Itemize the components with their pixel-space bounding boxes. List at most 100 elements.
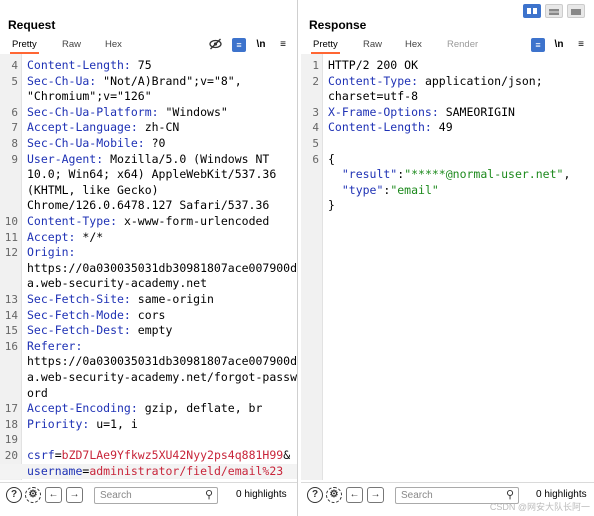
token: application/json; (418, 73, 543, 88)
tab-hex[interactable]: Hex (105, 39, 122, 50)
layout-split-icon[interactable] (523, 4, 541, 18)
line-number: 14 (4, 308, 18, 322)
code-line: a.web-security-academy.net (0, 276, 297, 292)
code-line: 19 (0, 432, 297, 448)
line-text: (KHTML, like Gecko) (27, 183, 159, 199)
code-line: 1 HTTP/2 200 OK (301, 58, 594, 74)
code-line: 20 csrf=bZD7LAe9Yfkwz5XU42Nyy2ps4q881H99& (0, 448, 297, 464)
line-text: Sec-Ch-Ua: "Not/A)Brand";v="8", (27, 74, 242, 90)
help-icon[interactable]: ? (307, 487, 323, 503)
tab-render[interactable]: Render (447, 39, 478, 50)
code-line: 16 Referer: (0, 339, 297, 355)
line-text: Chrome/126.0.6478.127 Safari/537.36 (27, 198, 269, 214)
line-text: Priority: u=1, i (27, 417, 138, 433)
code-line: "type":"email" (301, 183, 594, 199)
help-icon[interactable]: ? (6, 487, 22, 503)
watermark: CSDN @网安大队长阿一 (489, 502, 590, 512)
token: Content-Type: (328, 73, 419, 88)
token: empty (130, 323, 173, 338)
token: 49 (431, 120, 453, 135)
token: "*****@normal-user.net" (404, 167, 564, 182)
response-pane: Response Pretty Raw Hex Render ≡ \n ≡ 1H… (301, 0, 594, 516)
wrap-lines-icon[interactable]: ≡ (531, 38, 545, 52)
tab-hex[interactable]: Hex (405, 39, 422, 50)
token: Sec-Fetch-Dest: (27, 323, 131, 338)
token: gzip, deflate, br (137, 401, 263, 416)
tab-raw[interactable]: Raw (62, 39, 81, 50)
token: */* (75, 229, 104, 244)
newline-icon[interactable]: \n (254, 38, 268, 52)
settings-gear-icon[interactable]: ⚙ (25, 487, 41, 503)
menu-icon[interactable]: ≡ (574, 38, 588, 52)
layout-horizontal-icon[interactable] (545, 4, 563, 18)
code-line: 12 Origin: (0, 245, 297, 261)
token: Accept-Language: (27, 120, 138, 135)
token: zh-CN (137, 120, 180, 135)
newline-icon[interactable]: \n (552, 38, 566, 52)
token: x-www-form-urlencoded (117, 214, 270, 228)
code-line: 6{ (301, 152, 594, 168)
response-editor[interactable]: 1 HTTP/2 200 OK 2 Content-Type: application… (301, 54, 594, 480)
code-line: ord (0, 386, 297, 402)
back-arrow-icon[interactable]: ← (45, 487, 62, 503)
line-number: 3 (312, 105, 319, 119)
eye-off-icon[interactable] (208, 38, 222, 52)
token: https://0a030035031db30981807ace007900d (27, 354, 297, 369)
token: "Not/A)Brand";v="8", (96, 73, 242, 88)
search-input[interactable]: Search ⚲ (94, 487, 218, 504)
code-line: https://0a030035031db30981807ace007900d (0, 261, 297, 277)
token: Sec-Fetch-Site: (27, 292, 131, 306)
line-number: 5 (312, 137, 319, 150)
tab-pretty[interactable]: Pretty (311, 39, 340, 54)
token: a.web-security-academy.net (27, 276, 208, 291)
token: Origin: (27, 245, 76, 260)
token: cors (130, 307, 166, 322)
burp-repeater: Request Pretty Raw Hex ≡ \n ≡ 4 Content-L… (0, 0, 594, 516)
code-line: (KHTML, like Gecko) (0, 183, 297, 199)
request-editor[interactable]: 4 Content-Length: 75 5 Sec-Ch-Ua: "Not/A)Br… (0, 54, 297, 480)
code-line: 18 Priority: u=1, i (0, 417, 297, 433)
code-line: 11 Accept: */* (0, 230, 297, 246)
code-line: 5 Sec-Ch-Ua: "Not/A)Brand";v="8", (0, 74, 297, 90)
highlights-count: 0 highlights (236, 489, 287, 500)
forward-arrow-icon[interactable]: → (367, 487, 384, 503)
token: Referer: (27, 338, 83, 353)
line-text: "type":"email" (328, 183, 439, 199)
line-text: a.web-security-academy.net/forgot-passw (27, 370, 297, 386)
token: { (328, 151, 335, 166)
line-text: X-Frame-Options: SAMEORIGIN (328, 105, 515, 121)
token: https://0a030035031db30981807ace007900d (27, 260, 297, 275)
line-text: Sec-Ch-Ua-Platform: "Windows" (27, 105, 228, 121)
line-text: Sec-Fetch-Site: same-origin (27, 292, 214, 308)
menu-icon[interactable]: ≡ (276, 38, 290, 52)
settings-gear-icon[interactable]: ⚙ (326, 487, 342, 503)
token: 75 (130, 58, 152, 72)
request-title: Request (8, 18, 56, 32)
code-line: } (301, 198, 594, 214)
line-number: 19 (4, 433, 18, 447)
search-icon[interactable]: ⚲ (205, 488, 213, 503)
line-number: 13 (4, 293, 18, 306)
code-line: a.web-security-academy.net/forgot-passw (0, 370, 297, 386)
tab-pretty[interactable]: Pretty (10, 39, 39, 54)
code-line: Chrome/126.0.6478.127 Safari/537.36 (0, 198, 297, 214)
token: same-origin (130, 292, 214, 306)
token: X-Frame-Options: (328, 104, 439, 119)
line-text: username=administrator/field/email%23 (27, 464, 283, 480)
code-line: 6 Sec-Ch-Ua-Platform: "Windows" (0, 105, 297, 121)
token: charset=utf-8 (328, 89, 419, 104)
line-number: 17 (4, 402, 18, 416)
line-number: 4 (312, 121, 319, 135)
tab-raw[interactable]: Raw (363, 39, 382, 50)
token: } (328, 198, 335, 213)
line-number: 5 (11, 74, 18, 88)
search-placeholder: Search (401, 490, 433, 501)
forward-arrow-icon[interactable]: → (66, 487, 83, 503)
token: Content-Length: (328, 120, 432, 135)
line-text: ord (27, 386, 48, 402)
token: Chrome/126.0.6478.127 Safari/537.36 (27, 198, 270, 213)
wrap-lines-icon[interactable]: ≡ (232, 38, 246, 52)
back-arrow-icon[interactable]: ← (346, 487, 363, 503)
layout-tabs-icon[interactable] (567, 4, 585, 18)
code-line: 4 Content-Length: 75 (0, 58, 297, 74)
